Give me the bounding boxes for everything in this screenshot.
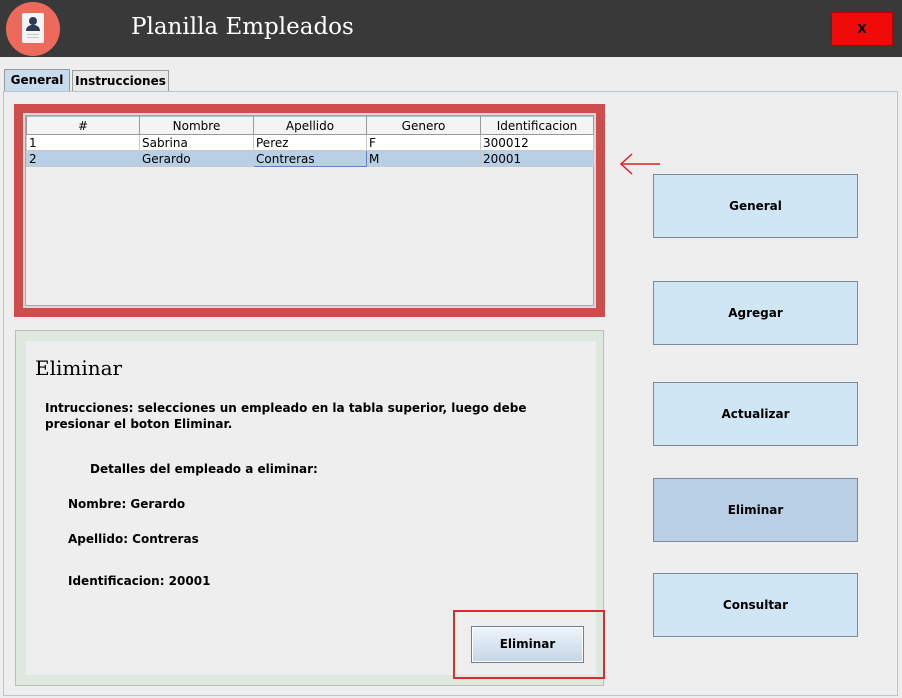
table-cell[interactable]: 1 — [26, 134, 140, 151]
detail-apellido: Apellido: Contreras — [68, 532, 199, 546]
column-header-nombre[interactable]: Nombre — [139, 116, 254, 135]
table-cell[interactable]: 2 — [26, 150, 140, 167]
employee-table-highlight: # Nombre Apellido Genero Identificacion … — [14, 104, 605, 317]
table-cell[interactable]: Perez — [253, 134, 367, 151]
table-cell[interactable]: M — [366, 150, 481, 167]
employee-document-icon — [6, 2, 60, 56]
table-cell[interactable]: Gerardo — [139, 150, 254, 167]
employee-table-scrollpane[interactable]: # Nombre Apellido Genero Identificacion … — [25, 115, 594, 306]
column-header-number[interactable]: # — [26, 116, 140, 135]
column-header-genero[interactable]: Genero — [366, 116, 481, 135]
arrow-left-icon — [619, 153, 660, 175]
table-cell[interactable]: Sabrina — [139, 134, 254, 151]
employee-table[interactable]: # Nombre Apellido Genero Identificacion … — [26, 116, 594, 167]
nav-actualizar-button[interactable]: Actualizar — [653, 382, 858, 446]
panel-title: Eliminar — [35, 356, 123, 380]
window-title: Planilla Empleados — [131, 14, 354, 40]
details-header: Detalles del empleado a eliminar: — [90, 462, 318, 476]
detail-identificacion: Identificacion: 20001 — [68, 574, 211, 588]
instructions-text: Intrucciones: selecciones un empleado en… — [45, 401, 527, 431]
tab-instrucciones[interactable]: Instrucciones — [72, 70, 169, 91]
nav-consultar-button[interactable]: Consultar — [653, 573, 858, 637]
table-cell[interactable]: F — [366, 134, 481, 151]
close-button[interactable]: X — [831, 12, 893, 46]
table-row[interactable]: 1 Sabrina Perez F 300012 — [26, 134, 594, 151]
detail-nombre: Nombre: Gerardo — [68, 497, 186, 511]
table-cell[interactable]: 300012 — [480, 134, 594, 151]
eliminar-button[interactable]: Eliminar — [471, 626, 584, 663]
nav-agregar-button[interactable]: Agregar — [653, 281, 858, 345]
column-header-apellido[interactable]: Apellido — [253, 116, 367, 135]
table-row-selected[interactable]: 2 Gerardo Contreras M 20001 — [26, 150, 594, 167]
table-cell[interactable]: 20001 — [480, 150, 594, 167]
title-bar: Planilla Empleados X — [0, 0, 902, 57]
nav-general-button[interactable]: General — [653, 174, 858, 238]
column-header-identificacion[interactable]: Identificacion — [480, 116, 594, 135]
table-cell-focused[interactable]: Contreras — [253, 150, 367, 167]
nav-eliminar-button[interactable]: Eliminar — [653, 478, 858, 542]
tab-general[interactable]: General — [4, 69, 70, 91]
table-header: # Nombre Apellido Genero Identificacion — [26, 116, 594, 135]
